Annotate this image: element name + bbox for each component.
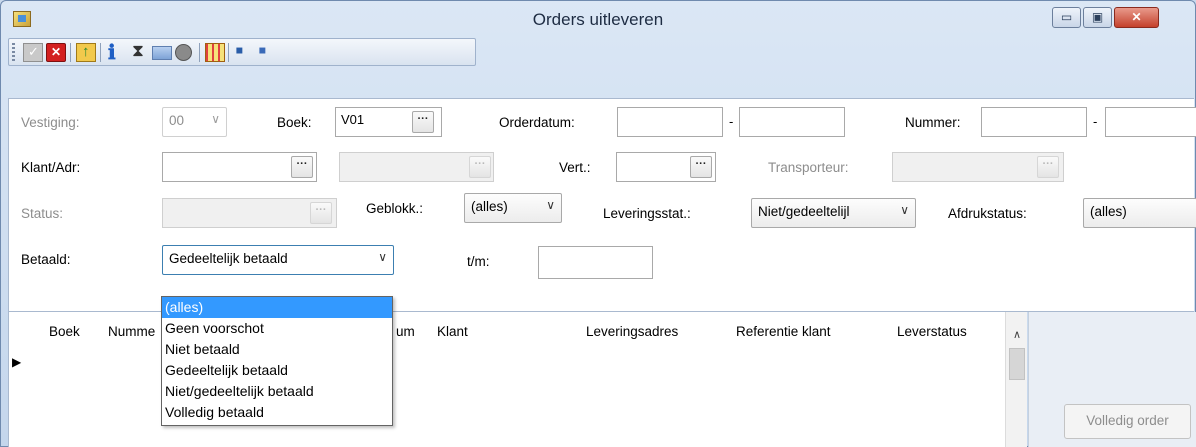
klant-lookup-button[interactable]: ··· — [291, 156, 313, 178]
vestiging-select: 00 ∨ — [162, 107, 227, 137]
orderdatum-label: Orderdatum: — [499, 115, 575, 130]
orders-grid[interactable]: Boek Numme um Klant Leveringsadres Refer… — [8, 311, 1008, 447]
boek-lookup-button[interactable]: ··· — [412, 111, 434, 133]
column-header-nummer[interactable]: Numme — [108, 324, 155, 339]
nummer-to-input[interactable] — [1105, 107, 1196, 137]
status-lookup-button: ··· — [310, 202, 332, 224]
toolbar-separator — [228, 43, 229, 62]
chevron-down-icon: ∨ — [900, 203, 909, 217]
toolbar — [8, 37, 476, 66]
toolbar-grip-handle[interactable] — [12, 43, 15, 62]
window-title: Orders uitleveren — [532, 10, 664, 29]
column-header-orderdatum[interactable]: um — [396, 324, 415, 339]
date-range-separator: - — [729, 114, 734, 129]
toolbar-separator — [70, 43, 71, 62]
betaald-value: Gedeeltelijk betaald — [169, 251, 288, 266]
leveringsstat-label: Leveringsstat.: — [603, 206, 691, 221]
volledig-order-button: Volledig order — [1064, 404, 1191, 439]
tm-label: t/m: — [467, 254, 490, 269]
maximize-button[interactable]: ▣ — [1083, 7, 1112, 28]
afdrukstatus-select[interactable]: (alles) — [1083, 198, 1196, 228]
grid-vertical-scrollbar[interactable]: ∧ — [1005, 312, 1027, 447]
orderdatum-to-input[interactable] — [739, 107, 845, 137]
transporteur-lookup-button: ··· — [1037, 156, 1059, 178]
vert-lookup-button[interactable]: ··· — [690, 156, 712, 178]
betaald-dropdown-list[interactable]: (alles) Geen voorschot Niet betaald Gede… — [161, 296, 393, 426]
column-header-leveringsadres[interactable]: Leveringsadres — [586, 324, 678, 339]
geblokk-select[interactable]: (alles) ∨ — [464, 193, 562, 223]
vert-label: Vert.: — [559, 160, 591, 175]
geblokk-label: Geblokk.: — [366, 201, 424, 216]
image-icon[interactable] — [152, 46, 172, 60]
save-icon[interactable] — [234, 37, 254, 65]
dropdown-option[interactable]: Gedeeltelijk betaald — [162, 360, 392, 381]
afdrukstatus-value: (alles) — [1090, 204, 1127, 219]
filter-form: Vestiging: 00 ∨ Boek: V01 ··· Orderdatum… — [8, 98, 1196, 312]
window: Orders uitleveren ▭ ▣ ✕ Vestiging: 00 ∨ … — [0, 0, 1196, 447]
scroll-up-icon[interactable]: ∧ — [1006, 328, 1028, 342]
column-header-leverstatus[interactable]: Leverstatus — [897, 324, 967, 339]
dropdown-option[interactable]: Niet/gedeeltelijk betaald — [162, 381, 392, 402]
toolbar-separator — [100, 43, 101, 62]
vestiging-value: 00 — [169, 113, 185, 128]
dropdown-option[interactable]: Geen voorschot — [162, 318, 392, 339]
check-icon[interactable] — [23, 43, 43, 62]
chevron-down-icon: ∨ — [378, 250, 387, 264]
leveringsstat-select[interactable]: Niet/gedeeltelijl ∨ — [751, 198, 916, 228]
leveringsstat-value: Niet/gedeeltelijl — [758, 204, 850, 219]
adres-lookup-button: ··· — [469, 156, 491, 178]
tm-input[interactable] — [538, 246, 653, 279]
column-header-referentie-klant[interactable]: Referentie klant — [736, 324, 831, 339]
number-range-separator: - — [1093, 114, 1098, 129]
grid-icon[interactable] — [205, 43, 225, 62]
dropdown-option[interactable]: Niet betaald — [162, 339, 392, 360]
column-header-boek[interactable]: Boek — [49, 324, 80, 339]
chevron-down-icon: ∨ — [546, 198, 555, 212]
transporteur-label: Transporteur: — [768, 160, 849, 175]
nummer-label: Nummer: — [905, 115, 961, 130]
dropdown-option[interactable]: Volledig betaald — [162, 402, 392, 423]
betaald-label: Betaald: — [21, 252, 71, 267]
chevron-down-icon: ∨ — [211, 112, 220, 126]
boek-label: Boek: — [277, 115, 312, 130]
scrollbar-thumb[interactable] — [1009, 348, 1025, 380]
status-label: Status: — [21, 206, 64, 221]
geblokk-value: (alles) — [471, 199, 508, 214]
info-icon[interactable] — [106, 40, 126, 65]
vestiging-label: Vestiging: — [21, 115, 80, 130]
export-icon[interactable] — [76, 43, 96, 62]
hourglass-icon[interactable] — [129, 41, 149, 62]
column-header-klant[interactable]: Klant — [437, 324, 468, 339]
close-button[interactable]: ✕ — [1114, 7, 1159, 28]
orderdatum-from-input[interactable] — [617, 107, 723, 137]
globe-icon[interactable] — [175, 44, 192, 61]
title-bar[interactable]: Orders uitleveren ▭ ▣ ✕ — [1, 1, 1195, 37]
nummer-from-input[interactable] — [981, 107, 1087, 137]
cancel-icon[interactable] — [46, 43, 66, 62]
minimize-button[interactable]: ▭ — [1052, 7, 1081, 28]
dropdown-option[interactable]: (alles) — [162, 297, 392, 318]
betaald-select[interactable]: Gedeeltelijk betaald ∨ — [162, 245, 394, 275]
afdrukstatus-label: Afdrukstatus: — [948, 206, 1027, 221]
klant-adr-label: Klant/Adr: — [21, 160, 81, 175]
current-row-indicator-icon: ▶ — [12, 355, 22, 369]
save-as-icon[interactable] — [257, 37, 277, 65]
toolbar-separator — [199, 43, 200, 62]
